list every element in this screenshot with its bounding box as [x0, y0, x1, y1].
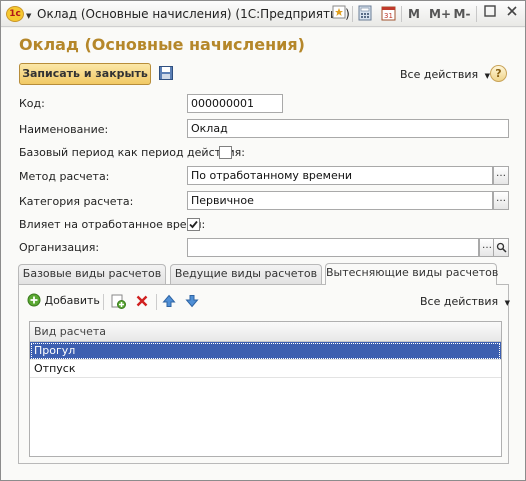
chevron-down-icon[interactable]: ▼ — [26, 12, 31, 20]
copy-add-icon[interactable] — [111, 294, 126, 310]
organization-field[interactable] — [187, 238, 479, 257]
chevron-down-icon: ▼ — [504, 299, 510, 307]
divider — [401, 6, 402, 22]
base-period-label: Базовый период как период действия: — [19, 146, 245, 159]
svg-text:31: 31 — [384, 12, 393, 20]
page-title: Оклад (Основные начисления) — [19, 35, 305, 54]
tab-displacing-calc-types[interactable]: Вытесняющие виды расчетов — [325, 263, 498, 285]
close-icon[interactable] — [504, 5, 520, 23]
calc-category-select-button[interactable]: … — [493, 191, 509, 210]
title-bar: 1с ▼ Оклад (Основные начисления) (1С:Пре… — [1, 1, 525, 27]
calendar-icon[interactable]: 31 — [380, 5, 396, 23]
delete-icon[interactable] — [135, 294, 149, 310]
table-header-calc-type[interactable]: Вид расчета — [30, 322, 501, 342]
tab-base-calc-types[interactable]: Базовые виды расчетов — [18, 264, 166, 284]
code-field[interactable]: 000000001 — [187, 94, 283, 113]
divider — [476, 6, 477, 22]
tab-leading-calc-types[interactable]: Ведущие виды расчетов — [170, 264, 322, 284]
calc-method-select-button[interactable]: … — [493, 166, 509, 185]
name-label: Наименование: — [19, 123, 109, 136]
base-period-checkbox[interactable] — [219, 146, 232, 159]
name-field[interactable]: Оклад — [187, 119, 509, 138]
memory-plus-button[interactable]: M+ — [429, 5, 451, 23]
window-title: Оклад (Основные начисления) (1С:Предприя… — [37, 7, 350, 21]
organization-label: Организация: — [19, 241, 100, 254]
calc-category-label: Категория расчета: — [19, 195, 134, 208]
add-label: Добавить — [44, 294, 100, 307]
calc-category-field[interactable]: Первичное — [187, 191, 493, 210]
search-icon — [496, 242, 507, 253]
panel-all-actions-label: Все действия — [420, 295, 499, 308]
move-down-icon[interactable] — [185, 294, 199, 310]
save-icon[interactable] — [159, 66, 173, 80]
add-icon — [27, 293, 41, 307]
organization-search-button[interactable] — [493, 238, 509, 257]
maximize-icon[interactable] — [482, 5, 498, 23]
table-row[interactable]: Прогул — [30, 342, 501, 360]
affects-time-label: Влияет на отработанное время: — [19, 218, 206, 231]
add-button[interactable]: Добавить — [27, 293, 100, 309]
table-row[interactable]: Отпуск — [30, 360, 501, 378]
calc-method-field[interactable]: По отработанному времени — [187, 166, 493, 185]
affects-time-checkbox[interactable] — [187, 218, 200, 231]
calculator-icon[interactable] — [357, 5, 373, 23]
app-logo-icon[interactable]: 1с — [6, 6, 24, 22]
memory-button[interactable]: M — [407, 5, 421, 23]
app-window: 1с ▼ Оклад (Основные начисления) (1С:Пре… — [0, 0, 526, 481]
memory-minus-button[interactable]: M- — [453, 5, 471, 23]
all-actions-label: Все действия — [400, 68, 479, 81]
divider — [352, 6, 353, 22]
tab-panel: Добавить Все действия ▼ Вид расчета Прог… — [18, 284, 510, 464]
all-actions-menu[interactable]: Все действия ▼ — [400, 68, 490, 81]
move-up-icon[interactable] — [162, 294, 176, 310]
calc-types-table[interactable]: Вид расчета Прогул Отпуск — [29, 321, 502, 457]
save-and-close-button[interactable]: Записать и закрыть — [19, 63, 151, 85]
panel-all-actions-menu[interactable]: Все действия ▼ — [420, 295, 510, 308]
help-button[interactable]: ? — [490, 65, 507, 82]
divider — [103, 294, 104, 310]
favorite-icon[interactable] — [331, 5, 347, 23]
form-content: Оклад (Основные начисления) Записать и з… — [1, 28, 525, 480]
calc-method-label: Метод расчета: — [19, 170, 110, 183]
code-label: Код: — [19, 97, 45, 110]
divider — [156, 294, 157, 310]
